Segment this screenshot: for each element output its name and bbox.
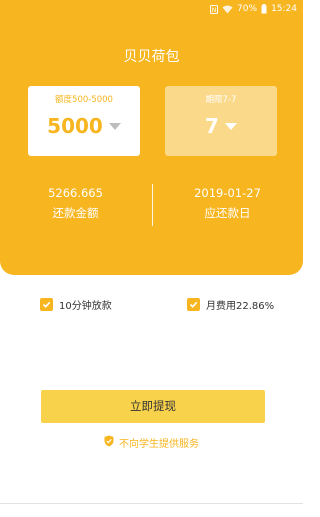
fast-loan-label: 10分钟放款 xyxy=(59,301,112,312)
fast-loan-option[interactable]: 10分钟放款 xyxy=(40,297,112,312)
clock: 15:24 xyxy=(271,4,297,14)
amount-value: 5000 xyxy=(47,114,103,138)
monthly-rate-option[interactable]: 月费用22.86% xyxy=(187,297,274,312)
battery-icon xyxy=(261,4,267,14)
battery-percent: 70% xyxy=(237,4,258,14)
student-notice: 不向学生提供服务 xyxy=(0,435,303,450)
checkbox-checked-icon[interactable] xyxy=(187,298,200,311)
amount-value-row: 5000 xyxy=(28,114,140,138)
status-bar: N 70% 15:24 xyxy=(210,3,297,15)
amount-selector[interactable]: 额度500-5000 5000 xyxy=(28,86,140,156)
monthly-rate-label: 月费用22.86% xyxy=(206,301,275,312)
svg-text:N: N xyxy=(212,7,217,14)
term-selector[interactable]: 期限7-7 7 xyxy=(165,86,277,156)
due-date-value: 2019-01-27 xyxy=(194,186,261,200)
repay-amount-label: 还款金额 xyxy=(52,206,99,220)
shield-icon xyxy=(104,435,114,450)
page-title: 贝贝荷包 xyxy=(123,49,180,65)
term-range-label: 期限7-7 xyxy=(205,95,237,105)
term-value-row: 7 xyxy=(165,114,277,138)
dropdown-arrow-icon xyxy=(108,122,121,130)
amount-range-label: 额度500-5000 xyxy=(55,95,113,105)
wifi-icon xyxy=(222,5,233,14)
bottom-divider xyxy=(0,503,303,504)
notice-text: 不向学生提供服务 xyxy=(119,439,199,450)
withdraw-button[interactable]: 立即提现 xyxy=(41,390,265,423)
dropdown-arrow-icon xyxy=(224,122,237,130)
repay-amount-value: 5266.665 xyxy=(48,186,103,200)
term-value: 7 xyxy=(205,114,219,138)
nfc-icon: N xyxy=(210,4,219,14)
checkbox-checked-icon[interactable] xyxy=(40,298,53,311)
due-date-label: 应还款日 xyxy=(204,206,251,220)
due-date-summary: 2019-01-27 应还款日 xyxy=(152,186,303,221)
repay-amount-summary: 5266.665 还款金额 xyxy=(0,186,151,221)
